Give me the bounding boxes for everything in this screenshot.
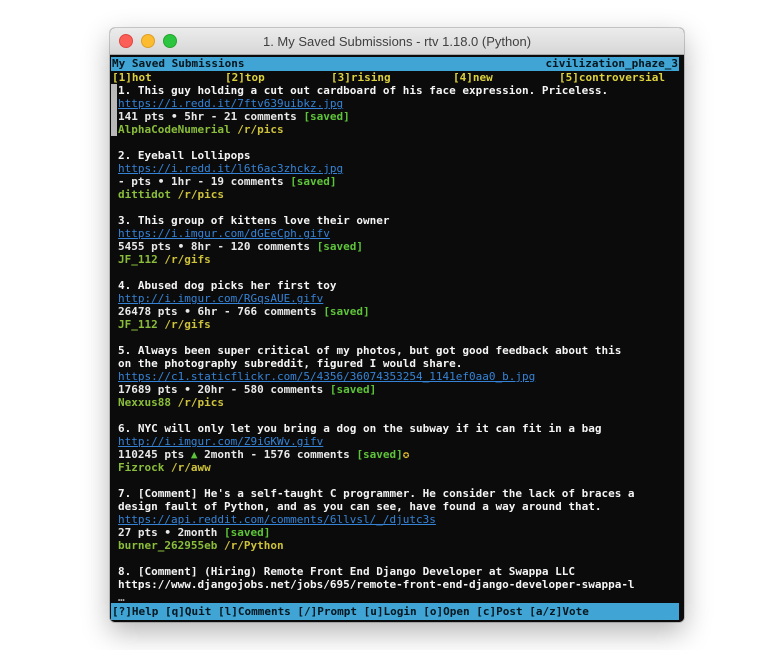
submission-info: 141 pts • 5hr - 21 comments [saved] (118, 110, 679, 123)
submission-title: design fault of Python, and as you can s… (118, 500, 679, 513)
submission-title: 1. This guy holding a cut out cardboard … (118, 84, 679, 97)
saved-badge: [saved] (317, 240, 363, 253)
submission-author[interactable]: JF_112 (118, 318, 158, 331)
submission-byline: Fizrock /r/aww (118, 461, 679, 474)
info-text: - pts • 1hr - 19 comments (118, 175, 290, 188)
submission-info: 26478 pts • 6hr - 766 comments [saved] (118, 305, 679, 318)
submission-author[interactable]: AlphaCodeNumerial (118, 123, 231, 136)
submission-row[interactable]: 6. NYC will only let you bring a dog on … (118, 422, 679, 474)
submission-row[interactable]: 5. Always been super critical of my phot… (118, 344, 679, 409)
submission-author[interactable]: JF_112 (118, 253, 158, 266)
submission-byline: AlphaCodeNumerial /r/pics (118, 123, 679, 136)
submission-row[interactable]: 8. [Comment] (Hiring) Remote Front End D… (118, 565, 679, 604)
tab-controversial[interactable]: [5]controversial (559, 71, 665, 84)
submission-row[interactable]: 7. [Comment] He's a self-taught C progra… (118, 487, 679, 552)
submission-url[interactable]: http://i.imgur.com/Z9iGKWv.gifv (118, 435, 323, 448)
submission-title: 2. Eyeball Lollipops (118, 149, 679, 162)
submission-subreddit[interactable]: /r/pics (231, 123, 284, 136)
submission-author[interactable]: Fizrock (118, 461, 164, 474)
submission-subreddit[interactable]: /r/pics (171, 188, 224, 201)
submission-info: 110245 pts ▲ 2month - 1576 comments [sav… (118, 448, 679, 461)
submission-byline: burner_262955eb /r/Python (118, 539, 679, 552)
submission-url-line: https://i.redd.it/l6t6ac3zhckz.jpg (118, 162, 679, 175)
submission-title: 4. Abused dog picks her first toy (118, 279, 679, 292)
info-text: 5455 pts • 8hr - 120 comments (118, 240, 317, 253)
saved-badge: [saved] (224, 526, 270, 539)
info-text: 27 pts • 2month (118, 526, 224, 539)
traffic-lights (119, 28, 177, 54)
submission-author[interactable]: burner_262955eb (118, 539, 217, 552)
selection-cursor (111, 84, 117, 136)
info-text: 26478 pts • 6hr - 766 comments (118, 305, 323, 318)
submission-row[interactable]: 2. Eyeball Lollipopshttps://i.redd.it/l6… (118, 149, 679, 201)
submission-info: 5455 pts • 8hr - 120 comments [saved] (118, 240, 679, 253)
submission-list: 1. This guy holding a cut out cardboard … (111, 84, 679, 604)
status-bar: My Saved Submissions civilization_phaze_… (111, 57, 679, 71)
submission-url[interactable]: https://c1.staticflickr.com/5/4356/36074… (118, 370, 535, 383)
tab-hot[interactable]: [1]hot (112, 71, 152, 84)
submission-url[interactable]: https://i.redd.it/l6t6ac3zhckz.jpg (118, 162, 343, 175)
submission-title: 6. NYC will only let you bring a dog on … (118, 422, 679, 435)
submission-byline: dittidot /r/pics (118, 188, 679, 201)
submission-subreddit[interactable]: /r/Python (217, 539, 283, 552)
saved-badge: [saved] (303, 110, 349, 123)
saved-badge: [saved] (323, 305, 369, 318)
minimize-button[interactable] (141, 34, 155, 48)
submission-url-line: https://i.redd.it/7ftv639uibkz.jpg (118, 97, 679, 110)
submission-url[interactable]: https://i.redd.it/7ftv639uibkz.jpg (118, 97, 343, 110)
submission-info: 17689 pts • 20hr - 580 comments [saved] (118, 383, 679, 396)
saved-badge: [saved] (330, 383, 376, 396)
saved-badge: [saved] (290, 175, 336, 188)
tab-new[interactable]: [4]new (453, 71, 493, 84)
help-bar: [?]Help [q]Quit [l]Comments [/]Prompt [u… (111, 603, 679, 620)
submission-row[interactable]: 4. Abused dog picks her first toyhttp://… (118, 279, 679, 331)
tab-rising[interactable]: [3]rising (331, 71, 391, 84)
submission-subreddit[interactable]: /r/pics (171, 396, 224, 409)
submission-title: 8. [Comment] (Hiring) Remote Front End D… (118, 565, 679, 578)
submission-author[interactable]: dittidot (118, 188, 171, 201)
info-text: 110245 pts (118, 448, 191, 461)
tab-bar: [1]hot [2]top [3]rising [4]new [5]controvers… (111, 71, 679, 84)
submission-url[interactable]: https://api.reddit.com/comments/6llvsl/_… (118, 513, 436, 526)
info-text: 17689 pts • 20hr - 580 comments (118, 383, 330, 396)
terminal: My Saved Submissions civilization_phaze_… (110, 55, 684, 622)
info-text: 141 pts • 5hr - 21 comments (118, 110, 303, 123)
submission-byline: Nexxus88 /r/pics (118, 396, 679, 409)
submission-row[interactable]: 3. This group of kittens love their owne… (118, 214, 679, 266)
submission-title: 5. Always been super critical of my phot… (118, 344, 679, 357)
page-title: My Saved Submissions (112, 57, 244, 71)
submission-row[interactable]: 1. This guy holding a cut out cardboard … (118, 84, 679, 136)
info-text: 2month - 1576 comments (197, 448, 356, 461)
gilded-icon: ✪ (403, 448, 410, 461)
submission-url-line: https://api.reddit.com/comments/6llvsl/_… (118, 513, 679, 526)
submission-byline: JF_112 /r/gifs (118, 253, 679, 266)
logged-in-account: civilization_phaze_3 (546, 57, 678, 71)
submission-subreddit[interactable]: /r/gifs (158, 318, 211, 331)
submission-subreddit[interactable]: /r/aww (164, 461, 210, 474)
app-window: 1. My Saved Submissions - rtv 1.18.0 (Py… (110, 28, 684, 622)
submission-url[interactable]: http://i.imgur.com/RGqsAUE.gifv (118, 292, 323, 305)
submission-byline: JF_112 /r/gifs (118, 318, 679, 331)
window-title: 1. My Saved Submissions - rtv 1.18.0 (Py… (263, 34, 531, 49)
close-button[interactable] (119, 34, 133, 48)
submission-subreddit[interactable]: /r/gifs (158, 253, 211, 266)
submission-url-line: http://i.imgur.com/RGqsAUE.gifv (118, 292, 679, 305)
submission-author[interactable]: Nexxus88 (118, 396, 171, 409)
submission-url-line: https://c1.staticflickr.com/5/4356/36074… (118, 370, 679, 383)
submission-url-line: https://i.imgur.com/dGEeCph.gifv (118, 227, 679, 240)
submission-info: 27 pts • 2month [saved] (118, 526, 679, 539)
saved-badge: [saved] (356, 448, 402, 461)
submission-title: 7. [Comment] He's a self-taught C progra… (118, 487, 679, 500)
titlebar: 1. My Saved Submissions - rtv 1.18.0 (Py… (110, 28, 684, 55)
submission-title: on the photography subreddit, figured I … (118, 357, 679, 370)
submission-body: https://www.djangojobs.net/jobs/695/remo… (118, 578, 679, 591)
submission-title: 3. This group of kittens love their owne… (118, 214, 679, 227)
zoom-button[interactable] (163, 34, 177, 48)
tab-top[interactable]: [2]top (225, 71, 265, 84)
submission-url[interactable]: https://i.imgur.com/dGEeCph.gifv (118, 227, 330, 240)
submission-url-line: http://i.imgur.com/Z9iGKWv.gifv (118, 435, 679, 448)
submission-info: - pts • 1hr - 19 comments [saved] (118, 175, 679, 188)
